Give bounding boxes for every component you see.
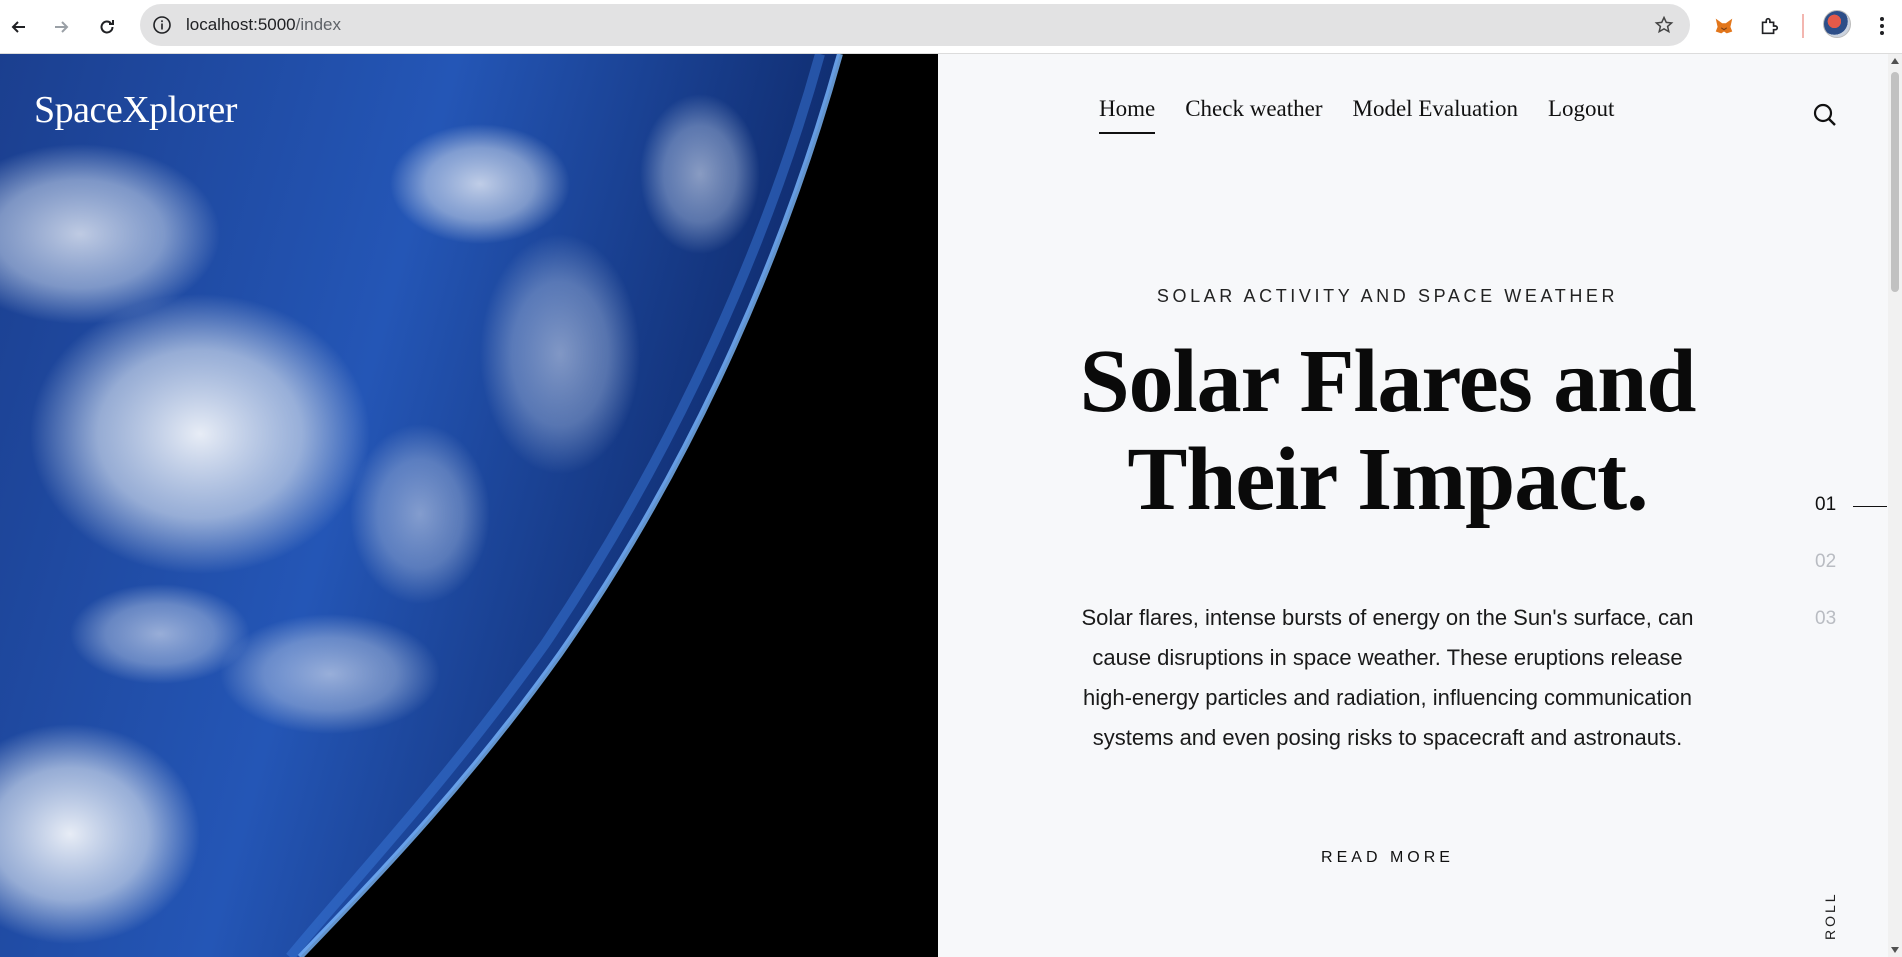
slide-number-01[interactable]: 01 — [1815, 494, 1836, 516]
slide-number-03[interactable]: 03 — [1815, 608, 1836, 630]
forward-icon[interactable] — [46, 12, 76, 42]
active-slide-line — [1853, 506, 1887, 507]
site-logo[interactable]: SpaceXplorer — [34, 88, 237, 132]
back-icon[interactable] — [4, 12, 34, 42]
nav-item-check-weather[interactable]: Check weather — [1185, 96, 1322, 134]
page-scrollbar[interactable] — [1888, 54, 1902, 957]
url-text[interactable]: localhost:5000/index — [186, 4, 341, 46]
nav-item-logout[interactable]: Logout — [1548, 96, 1614, 134]
earth-hero-image — [0, 54, 938, 957]
hero-description: Solar flares, intense bursts of energy o… — [1081, 605, 1694, 750]
slide-number-02[interactable]: 02 — [1815, 551, 1836, 573]
hero-headline: Solar Flares and Their Impact. — [1079, 332, 1697, 529]
more-menu-icon[interactable] — [1868, 12, 1896, 40]
profile-avatar[interactable] — [1823, 10, 1851, 38]
hero-kicker: SOLAR ACTIVITY AND SPACE WEATHER — [1156, 286, 1619, 306]
scroll-down-icon[interactable] — [1891, 947, 1899, 953]
metamask-fox-icon[interactable] — [1710, 12, 1738, 40]
url-path: /index — [295, 15, 342, 34]
read-more-link[interactable]: READ MORE — [1040, 849, 1735, 867]
bookmark-star-icon[interactable] — [1654, 15, 1674, 35]
earth-illustration — [0, 54, 938, 957]
nav-item-model-evaluation[interactable]: Model Evaluation — [1353, 96, 1518, 134]
nav-item-home[interactable]: Home — [1099, 96, 1156, 134]
main-nav: Home Check weather Model Evaluation Logo… — [1099, 96, 1614, 134]
url-host: localhost:5000 — [186, 15, 296, 34]
address-bar[interactable]: localhost:5000/index — [140, 4, 1690, 46]
scroll-label: ROLL — [1822, 891, 1838, 940]
toolbar-divider — [1802, 14, 1804, 38]
reload-icon[interactable] — [92, 12, 122, 42]
site-info-icon[interactable] — [152, 15, 172, 35]
browser-toolbar: localhost:5000/index — [0, 0, 1902, 54]
scroll-up-icon[interactable] — [1891, 58, 1899, 64]
extensions-puzzle-icon[interactable] — [1755, 12, 1783, 40]
scrollbar-thumb[interactable] — [1891, 72, 1899, 292]
search-icon[interactable] — [1812, 102, 1838, 128]
